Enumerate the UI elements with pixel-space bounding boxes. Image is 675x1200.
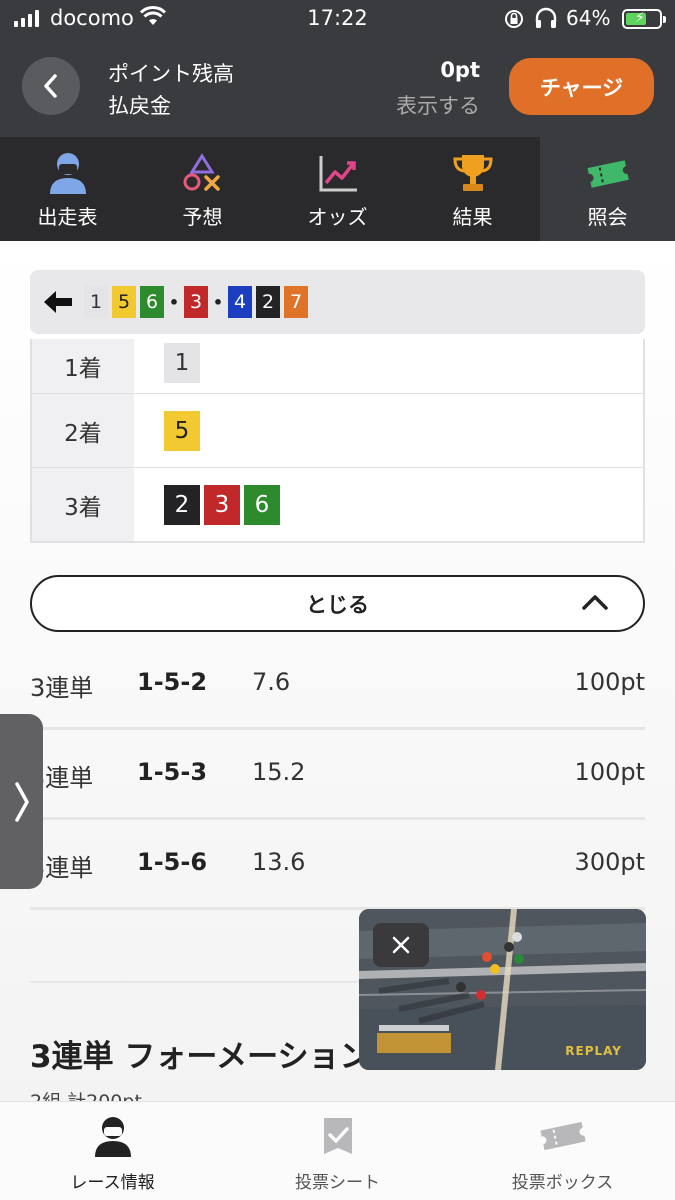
refund-label: 払戻金: [108, 94, 171, 118]
nav-race-info[interactable]: レース情報: [0, 1102, 225, 1200]
bet-combination: 1-5-3: [137, 758, 208, 786]
close-button-label: とじる: [306, 592, 369, 617]
trophy-icon: [450, 149, 496, 197]
nav-label: 投票ボックス: [511, 1173, 614, 1193]
lineup-num: 7: [284, 286, 308, 318]
bet-amount: 100pt: [574, 668, 645, 696]
chevron-right-icon: [14, 781, 29, 822]
status-bar: docomo 17:22 64% ⚡: [0, 0, 675, 40]
tab-label: 結果: [452, 205, 493, 229]
side-drawer-handle[interactable]: [0, 714, 43, 889]
charge-button[interactable]: チャージ: [509, 58, 654, 115]
bet-type: 3連単: [30, 674, 94, 702]
rank-row: 3着 2 3 6: [32, 467, 643, 541]
show-refund-link[interactable]: 表示する: [396, 90, 480, 120]
ticket-icon: [585, 149, 631, 197]
points-header: ポイント残高 払戻金 0pt 表示する チャージ: [0, 40, 675, 137]
bet-odds: 13.6: [252, 848, 306, 876]
points-balance-label: ポイント残高: [108, 62, 234, 86]
tab-label: 出走表: [37, 205, 98, 229]
rank-label: 1着: [32, 339, 134, 393]
lineup-num: 2: [256, 286, 280, 318]
tab-entry-list[interactable]: 出走表: [0, 137, 135, 241]
nav-label: 投票シート: [295, 1173, 380, 1193]
chevron-left-icon: [44, 74, 57, 98]
close-icon: [392, 936, 410, 954]
tab-label: 予想: [182, 205, 223, 229]
replay-label: REPLAY: [565, 1044, 622, 1058]
nav-vote-sheet[interactable]: 投票シート: [225, 1102, 450, 1200]
rank-row: 2着 5: [32, 393, 643, 467]
back-button[interactable]: [22, 57, 80, 115]
bet-odds: 7.6: [252, 668, 291, 696]
arrow-left-icon: [44, 291, 72, 313]
bet-row: 3連単 1-5-2 7.6 100pt: [30, 640, 645, 730]
vote-sheet-icon: [316, 1114, 360, 1158]
bet-odds: 15.2: [252, 758, 306, 786]
tab-odds[interactable]: オッズ: [270, 137, 405, 241]
bet-combination: 1-5-6: [137, 848, 208, 876]
bet-amount: 300pt: [574, 848, 645, 876]
chart-trend-icon: [315, 149, 361, 197]
rank-num: 6: [244, 484, 280, 525]
headphones-icon: [534, 7, 558, 33]
prediction-symbols-icon: [180, 149, 226, 197]
rank-num: 3: [204, 484, 240, 525]
rank-num: 5: [164, 410, 200, 451]
formation-subtitle: 2組 計200pt: [30, 1087, 142, 1101]
battery-percent: 64%: [566, 6, 611, 30]
finish-order-table: 1着 1 2着 5 3着 2 3 6: [30, 339, 645, 543]
tab-inquiry[interactable]: 照会: [540, 137, 675, 241]
battery-icon: ⚡: [622, 9, 666, 29]
rank-label: 2着: [32, 394, 134, 467]
tab-label: 照会: [587, 205, 628, 229]
rank-label: 3着: [32, 468, 134, 541]
lineup-separator: •: [168, 292, 180, 312]
replay-video-player[interactable]: REPLAY: [359, 909, 646, 1070]
lineup-num: 1: [84, 286, 108, 318]
nav-vote-box[interactable]: 投票ボックス: [450, 1102, 675, 1200]
race-tab-bar: 出走表 予想 オッズ 結果 照会: [0, 137, 675, 241]
close-details-button[interactable]: とじる: [30, 575, 645, 632]
lineup-num: 5: [112, 286, 136, 318]
rank-num: 1: [164, 343, 200, 383]
lineup-num: 4: [228, 286, 252, 318]
lineup-num: 3: [184, 286, 208, 318]
rank-num: 2: [164, 484, 200, 525]
ticket-box-icon: [538, 1114, 588, 1158]
race-lineup-bar: 1 5 6 • 3 • 4 2 7: [30, 270, 645, 334]
formation-title: 3連単 フォーメーション: [30, 1039, 371, 1075]
tab-results[interactable]: 結果: [405, 137, 540, 241]
rank-row: 1着 1: [32, 339, 643, 393]
tab-prediction[interactable]: 予想: [135, 137, 270, 241]
rider-icon: [91, 1114, 135, 1158]
bet-amount: 100pt: [574, 758, 645, 786]
bottom-navigation: レース情報 投票シート 投票ボックス: [0, 1101, 675, 1200]
chevron-up-icon: [582, 595, 608, 610]
lineup-num: 6: [140, 286, 164, 318]
bet-combination: 1-5-2: [137, 668, 208, 696]
lineup-separator: •: [212, 292, 224, 312]
rotation-lock-icon: [503, 8, 525, 34]
nav-label: レース情報: [70, 1173, 155, 1193]
tab-label: オッズ: [307, 205, 368, 229]
points-value: 0pt: [440, 58, 480, 82]
bet-row: 3連単 1-5-6 13.6 300pt: [30, 820, 645, 910]
bet-row: 3連単 1-5-3 15.2 100pt: [30, 730, 645, 820]
close-video-button[interactable]: [373, 923, 429, 967]
rider-icon: [45, 149, 91, 197]
